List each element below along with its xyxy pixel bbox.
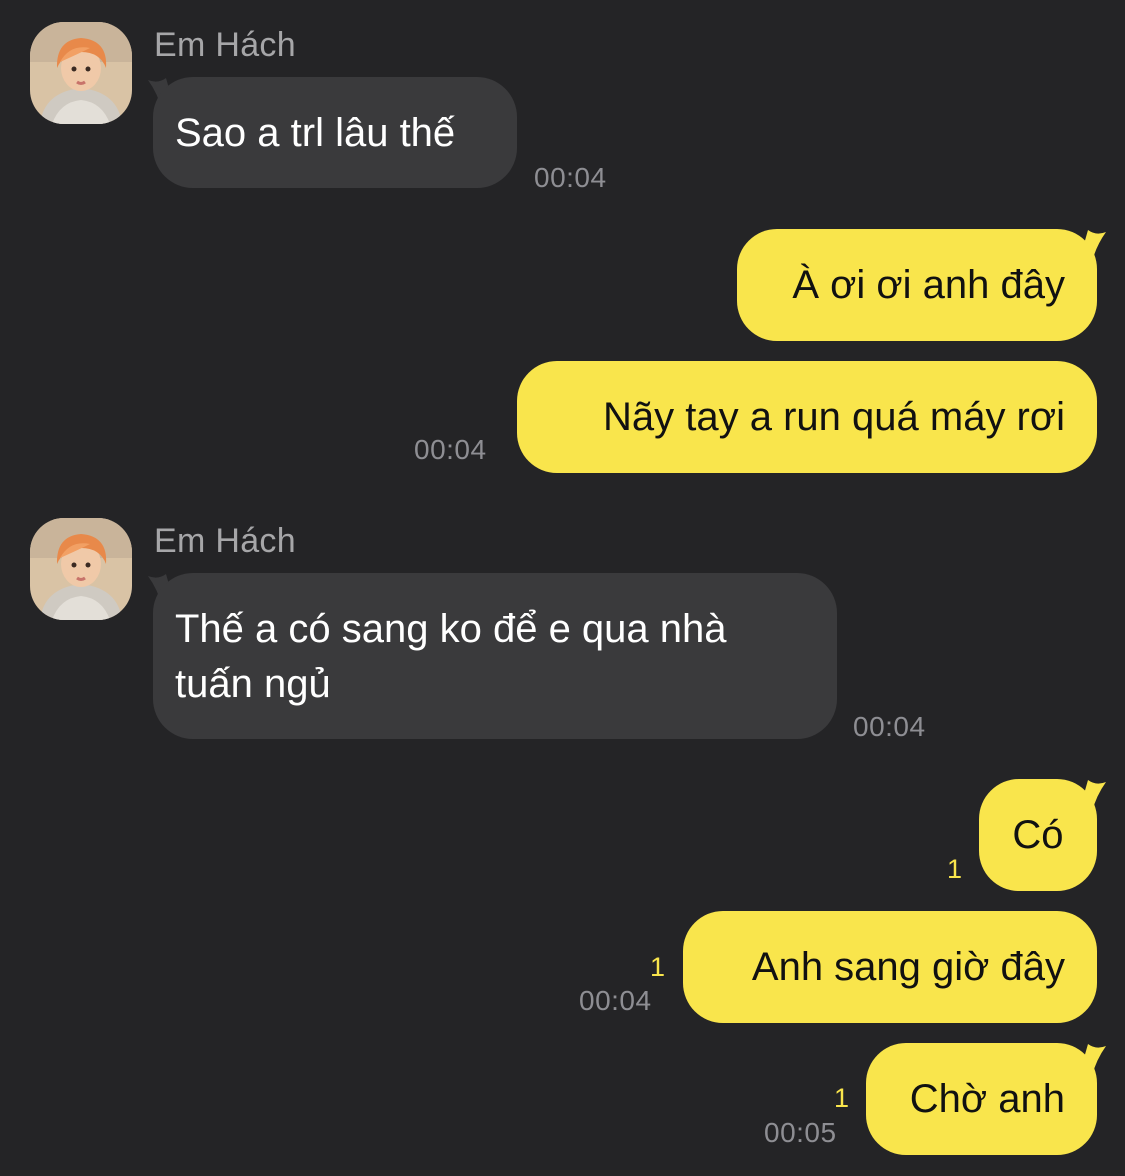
unread-count: 1 bbox=[834, 1083, 850, 1113]
message-text: À ơi ơi anh đây bbox=[792, 263, 1065, 307]
unread-count: 1 bbox=[947, 854, 963, 884]
message-bubble-outgoing[interactable]: Có bbox=[979, 779, 1097, 891]
message-text: Chờ anh bbox=[909, 1077, 1065, 1121]
message-text: Thế a có sang ko để e qua nhà tuấn ngủ bbox=[175, 607, 727, 706]
message-bubble-outgoing[interactable]: À ơi ơi anh đây bbox=[737, 229, 1097, 341]
message-bubble-outgoing[interactable]: Chờ anh bbox=[866, 1043, 1097, 1155]
avatar-photo-icon bbox=[30, 22, 132, 124]
contact-avatar[interactable] bbox=[30, 518, 132, 620]
chat-thread[interactable]: Em Hách Sao a trl lâu thế 00:04 À ơi ơi … bbox=[0, 0, 1125, 1176]
message-timestamp: 00:04 bbox=[579, 985, 652, 1016]
sender-name: Em Hách bbox=[154, 522, 296, 560]
message-timestamp: 00:04 bbox=[534, 162, 607, 193]
message-text: Nãy tay a run quá máy rơi bbox=[603, 395, 1065, 439]
message-text: Sao a trl lâu thế bbox=[175, 111, 456, 155]
message-timestamp: 00:05 bbox=[764, 1117, 837, 1148]
message-timestamp: 00:04 bbox=[853, 711, 926, 742]
sender-name: Em Hách bbox=[154, 26, 296, 64]
contact-avatar[interactable] bbox=[30, 22, 132, 124]
message-bubble-incoming[interactable]: Sao a trl lâu thế bbox=[153, 77, 517, 188]
message-timestamp: 00:04 bbox=[414, 434, 487, 465]
message-bubble-outgoing[interactable]: Nãy tay a run quá máy rơi bbox=[517, 361, 1097, 473]
message-bubble-outgoing[interactable]: Anh sang giờ đây bbox=[683, 911, 1097, 1023]
message-bubble-incoming[interactable]: Thế a có sang ko để e qua nhà tuấn ngủ bbox=[153, 573, 837, 739]
message-text: Anh sang giờ đây bbox=[751, 945, 1065, 989]
avatar-photo-icon bbox=[30, 518, 132, 620]
unread-count: 1 bbox=[650, 952, 666, 982]
message-text: Có bbox=[1012, 813, 1064, 857]
